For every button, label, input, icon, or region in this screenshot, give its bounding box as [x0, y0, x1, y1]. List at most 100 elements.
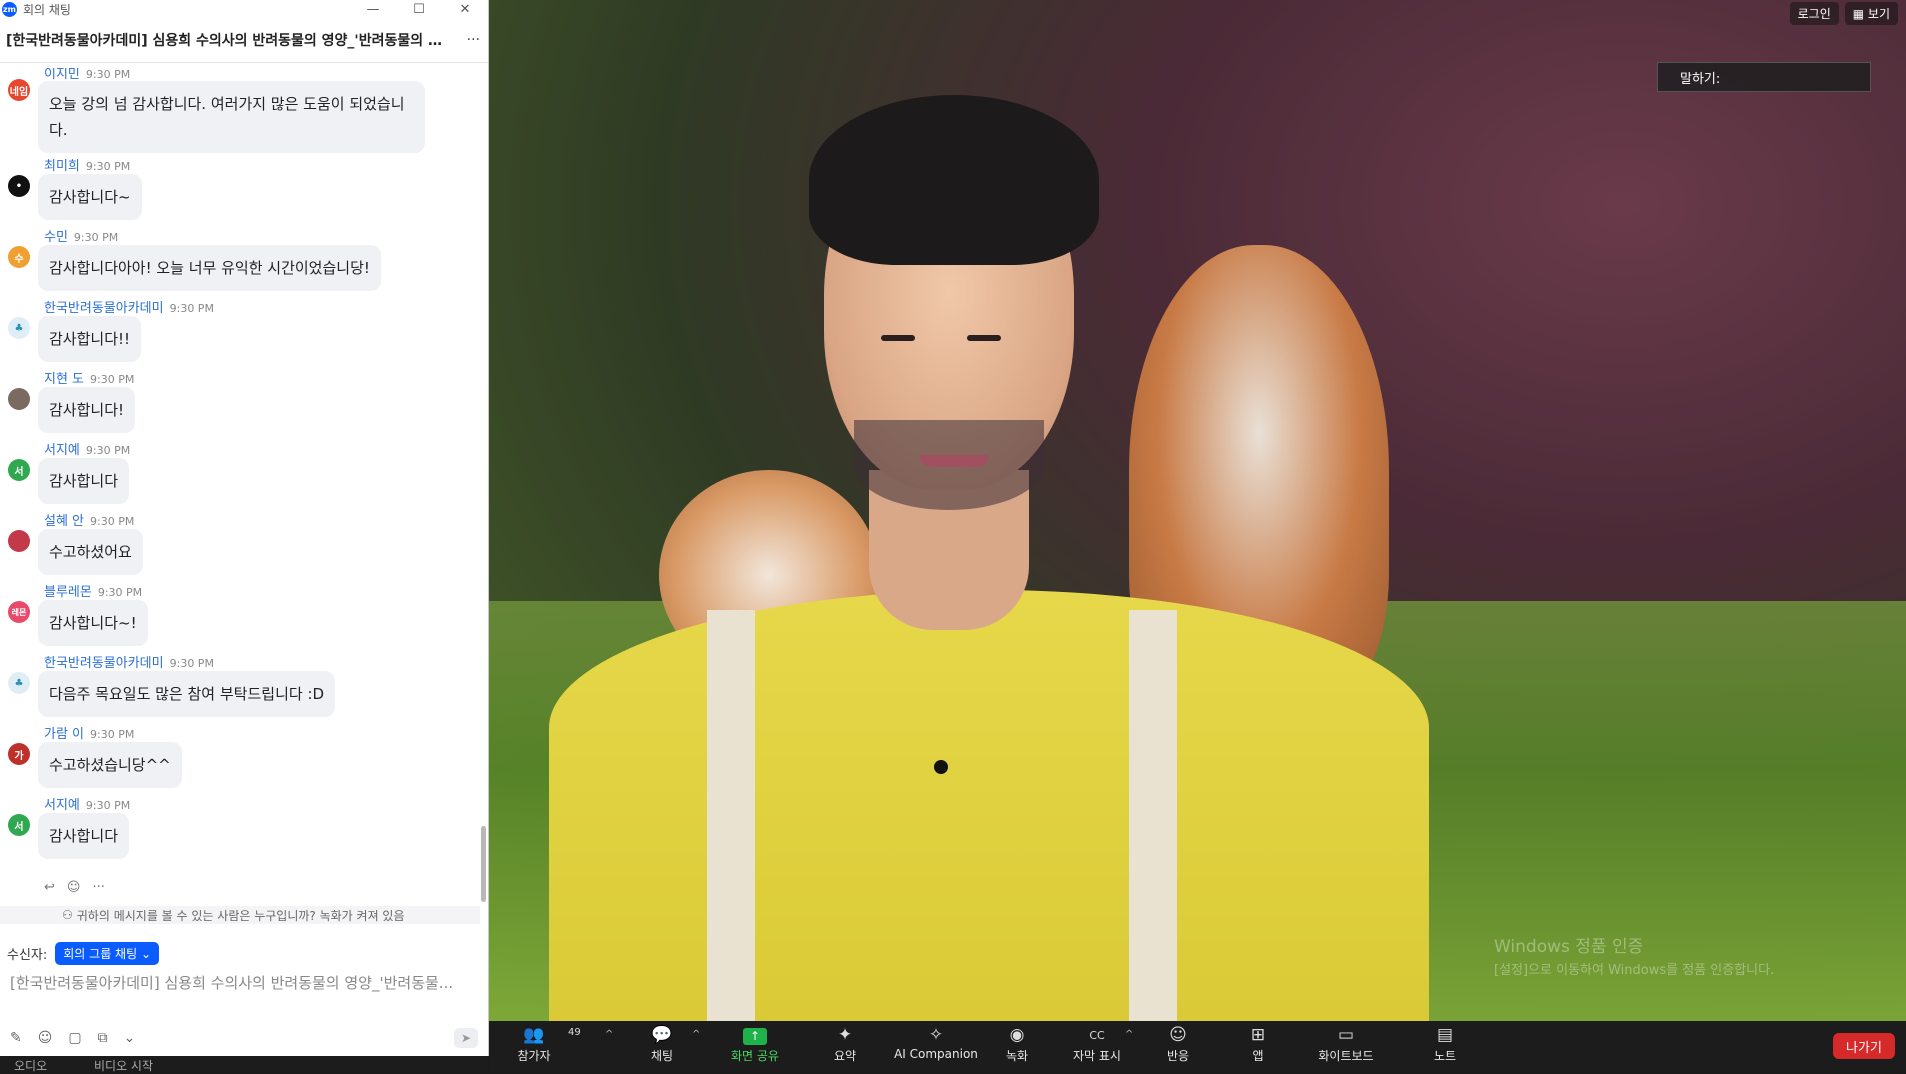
avatar [8, 530, 30, 552]
emoji-icon[interactable]: ☺ [38, 1030, 53, 1046]
screenshot-icon[interactable]: ⧉ [98, 1030, 108, 1046]
speaker-eye [967, 335, 1001, 341]
message-list[interactable]: 네임 이지민 9:30 PM 오늘 강의 넘 감사합니다. 여러가지 많은 도움이… [0, 68, 480, 900]
message-meta: 가람 이 9:30 PM [44, 723, 134, 742]
avatar [8, 388, 30, 410]
apps-button[interactable]: ⊞ 앱 [1213, 1025, 1303, 1064]
message-time: 9:30 PM [90, 373, 135, 386]
chat-panel: zm 회의 채팅 — ☐ ✕ [한국반려동물아카데미] 심용희 수의사의 반려동… [0, 0, 489, 1056]
maximize-button[interactable]: ☐ [396, 0, 442, 18]
sender-name: 가람 이 [44, 727, 85, 742]
message-bubble: 감사합니다 [38, 458, 130, 504]
chat-message: 레몬 블루레몬 9:30 PM 감사합니다~! [0, 574, 480, 646]
captions-label: 자막 표시 [1073, 1049, 1121, 1063]
lapel-mic [934, 760, 948, 774]
message-time: 9:30 PM [85, 444, 131, 457]
message-time: 9:30 PM [85, 68, 131, 81]
more-options-icon[interactable]: ··· [467, 32, 480, 48]
share-screen-icon: ↑ [743, 1028, 767, 1045]
avatar: 네임 [8, 79, 30, 101]
share-screen-button[interactable]: ↑ 화면 공유 [710, 1025, 800, 1064]
login-button[interactable]: 로그인 [1789, 2, 1839, 25]
message-meta: 이지민 9:30 PM [44, 68, 130, 82]
notice-text: 귀하의 메시지를 볼 수 있는 사람은 누구입니까? 녹화가 켜져 있음 [76, 908, 405, 923]
participants-button[interactable]: 👥 참가자 [489, 1025, 579, 1064]
notes-label: 노트 [1433, 1049, 1457, 1063]
leave-button[interactable]: 나가기 [1833, 1033, 1895, 1059]
suspender-strap [1129, 610, 1177, 1021]
whiteboard-button[interactable]: ▭ 화이트보드 [1301, 1025, 1391, 1064]
video-top-controls: 로그인 ▦ 보기 [1789, 2, 1898, 25]
close-button[interactable]: ✕ [442, 0, 488, 18]
video-start-label[interactable]: 비디오 시작 [94, 1057, 153, 1074]
message-input[interactable]: [한국반려동물아카데미] 심용희 수의사의 반려동물의 영양_'반려동물... [10, 972, 480, 993]
emoji-react-icon[interactable]: ☺ [67, 880, 81, 895]
summary-icon: ✦ [837, 1025, 853, 1045]
message-meta: 수민 9:30 PM [44, 226, 118, 245]
avatar: 레몬 [8, 601, 30, 623]
view-button[interactable]: ▦ 보기 [1844, 2, 1898, 25]
message-bubble: 수고하셨습니당^^ [38, 742, 182, 788]
record-button[interactable]: ◉ 녹화 [972, 1025, 1062, 1064]
person-lock-icon: ⚇ [62, 908, 73, 922]
message-time: 9:30 PM [90, 728, 135, 741]
more-icon[interactable]: ··· [92, 880, 104, 895]
watermark-subtitle: [설정]으로 이동하여 Windows를 정품 인증합니다. [1494, 963, 1775, 978]
avatar: ♣ [8, 672, 30, 694]
message-bubble: 감사합니다! [38, 387, 136, 433]
avatar: 가 [8, 743, 30, 765]
chat-header-title: [한국반려동물아카데미] 심용희 수의사의 반려동물의 영양_'반려동물의 소.… [6, 33, 450, 49]
message-time: 9:30 PM [169, 657, 214, 670]
hidden-toolbar-strip: 오디오 비디오 시작 [0, 1056, 488, 1073]
avatar: ♣ [8, 317, 30, 339]
message-meta: 설혜 안 9:30 PM [44, 510, 134, 529]
speaker-mouth [919, 455, 989, 467]
apps-label: 앱 [1252, 1049, 1264, 1063]
message-bubble: 감사합니다~! [38, 600, 148, 646]
speaker-eye [881, 335, 915, 341]
speaker-video: 로그인 ▦ 보기 말하기: Windows 정품 인증 [설정]으로 이동하여 … [489, 0, 1906, 1021]
message-reactions: ↩ ☺ ··· [44, 880, 105, 895]
sender-name: 이지민 [44, 68, 80, 82]
chevron-up-icon[interactable]: ^ [605, 1029, 613, 1040]
notes-button[interactable]: ▤ 노트 [1400, 1025, 1490, 1064]
message-time: 9:30 PM [85, 160, 131, 173]
chat-label: 채팅 [650, 1049, 674, 1063]
zoom-logo-icon: zm [2, 1, 17, 17]
reactions-button[interactable]: ☺ 반응 [1133, 1025, 1223, 1064]
message-meta: 한국반려동물아카데미 9:30 PM [44, 652, 214, 671]
message-time: 9:30 PM [85, 799, 131, 812]
chevron-down-icon[interactable]: ⌄ [124, 1030, 136, 1046]
message-meta: 서지예 9:30 PM [44, 794, 130, 813]
record-icon: ◉ [1009, 1025, 1025, 1045]
avatar: 수 [8, 246, 30, 268]
whiteboard-icon: ▭ [1337, 1025, 1355, 1045]
file-icon[interactable]: ▢ [68, 1030, 81, 1046]
audio-label[interactable]: 오디오 [14, 1057, 47, 1074]
meeting-toolbar: 👥 참가자 49 ^ 💬 채팅 ^ ↑ 화면 공유 ✦ 요약 ✧ AI Comp… [489, 1021, 1906, 1073]
windows-activation-watermark: Windows 정품 인증 [설정]으로 이동하여 Windows를 정품 인증… [1494, 935, 1774, 983]
message-bubble: 감사합니다 [38, 813, 130, 859]
scrollbar-thumb[interactable] [481, 826, 486, 902]
minimize-button[interactable]: — [350, 0, 396, 18]
sender-name: 설혜 안 [44, 514, 85, 529]
speaker-shirt [549, 590, 1429, 1021]
chat-message: 지현 도 9:30 PM 감사합니다! [0, 361, 480, 433]
format-icon[interactable]: ✎ [10, 1030, 22, 1046]
reactions-label: 반응 [1166, 1049, 1190, 1063]
chat-message: ♣ 한국반려동물아카데미 9:30 PM 감사합니다!! [0, 290, 480, 362]
participants-label: 참가자 [517, 1049, 551, 1063]
reactions-icon: ☺ [1169, 1025, 1187, 1045]
send-button[interactable]: ➤ [454, 1028, 478, 1048]
summary-button[interactable]: ✦ 요약 [800, 1025, 890, 1064]
chat-message: 서 서지예 9:30 PM 감사합니다 [0, 787, 480, 859]
reply-icon[interactable]: ↩ [44, 880, 55, 895]
visibility-notice[interactable]: ⚇ 귀하의 메시지를 볼 수 있는 사람은 누구입니까? 녹화가 켜져 있음 [0, 906, 480, 924]
recipient-dropdown[interactable]: 회의 그룹 채팅 ⌄ [55, 942, 160, 965]
ai-companion-label: AI Companion [894, 1047, 978, 1061]
window-controls: — ☐ ✕ [350, 0, 488, 18]
participants-icon: 👥 [523, 1025, 545, 1045]
ai-companion-button[interactable]: ✧ AI Companion [886, 1025, 986, 1061]
sender-name: 최미희 [44, 159, 80, 174]
chevron-up-icon[interactable]: ^ [692, 1029, 700, 1040]
